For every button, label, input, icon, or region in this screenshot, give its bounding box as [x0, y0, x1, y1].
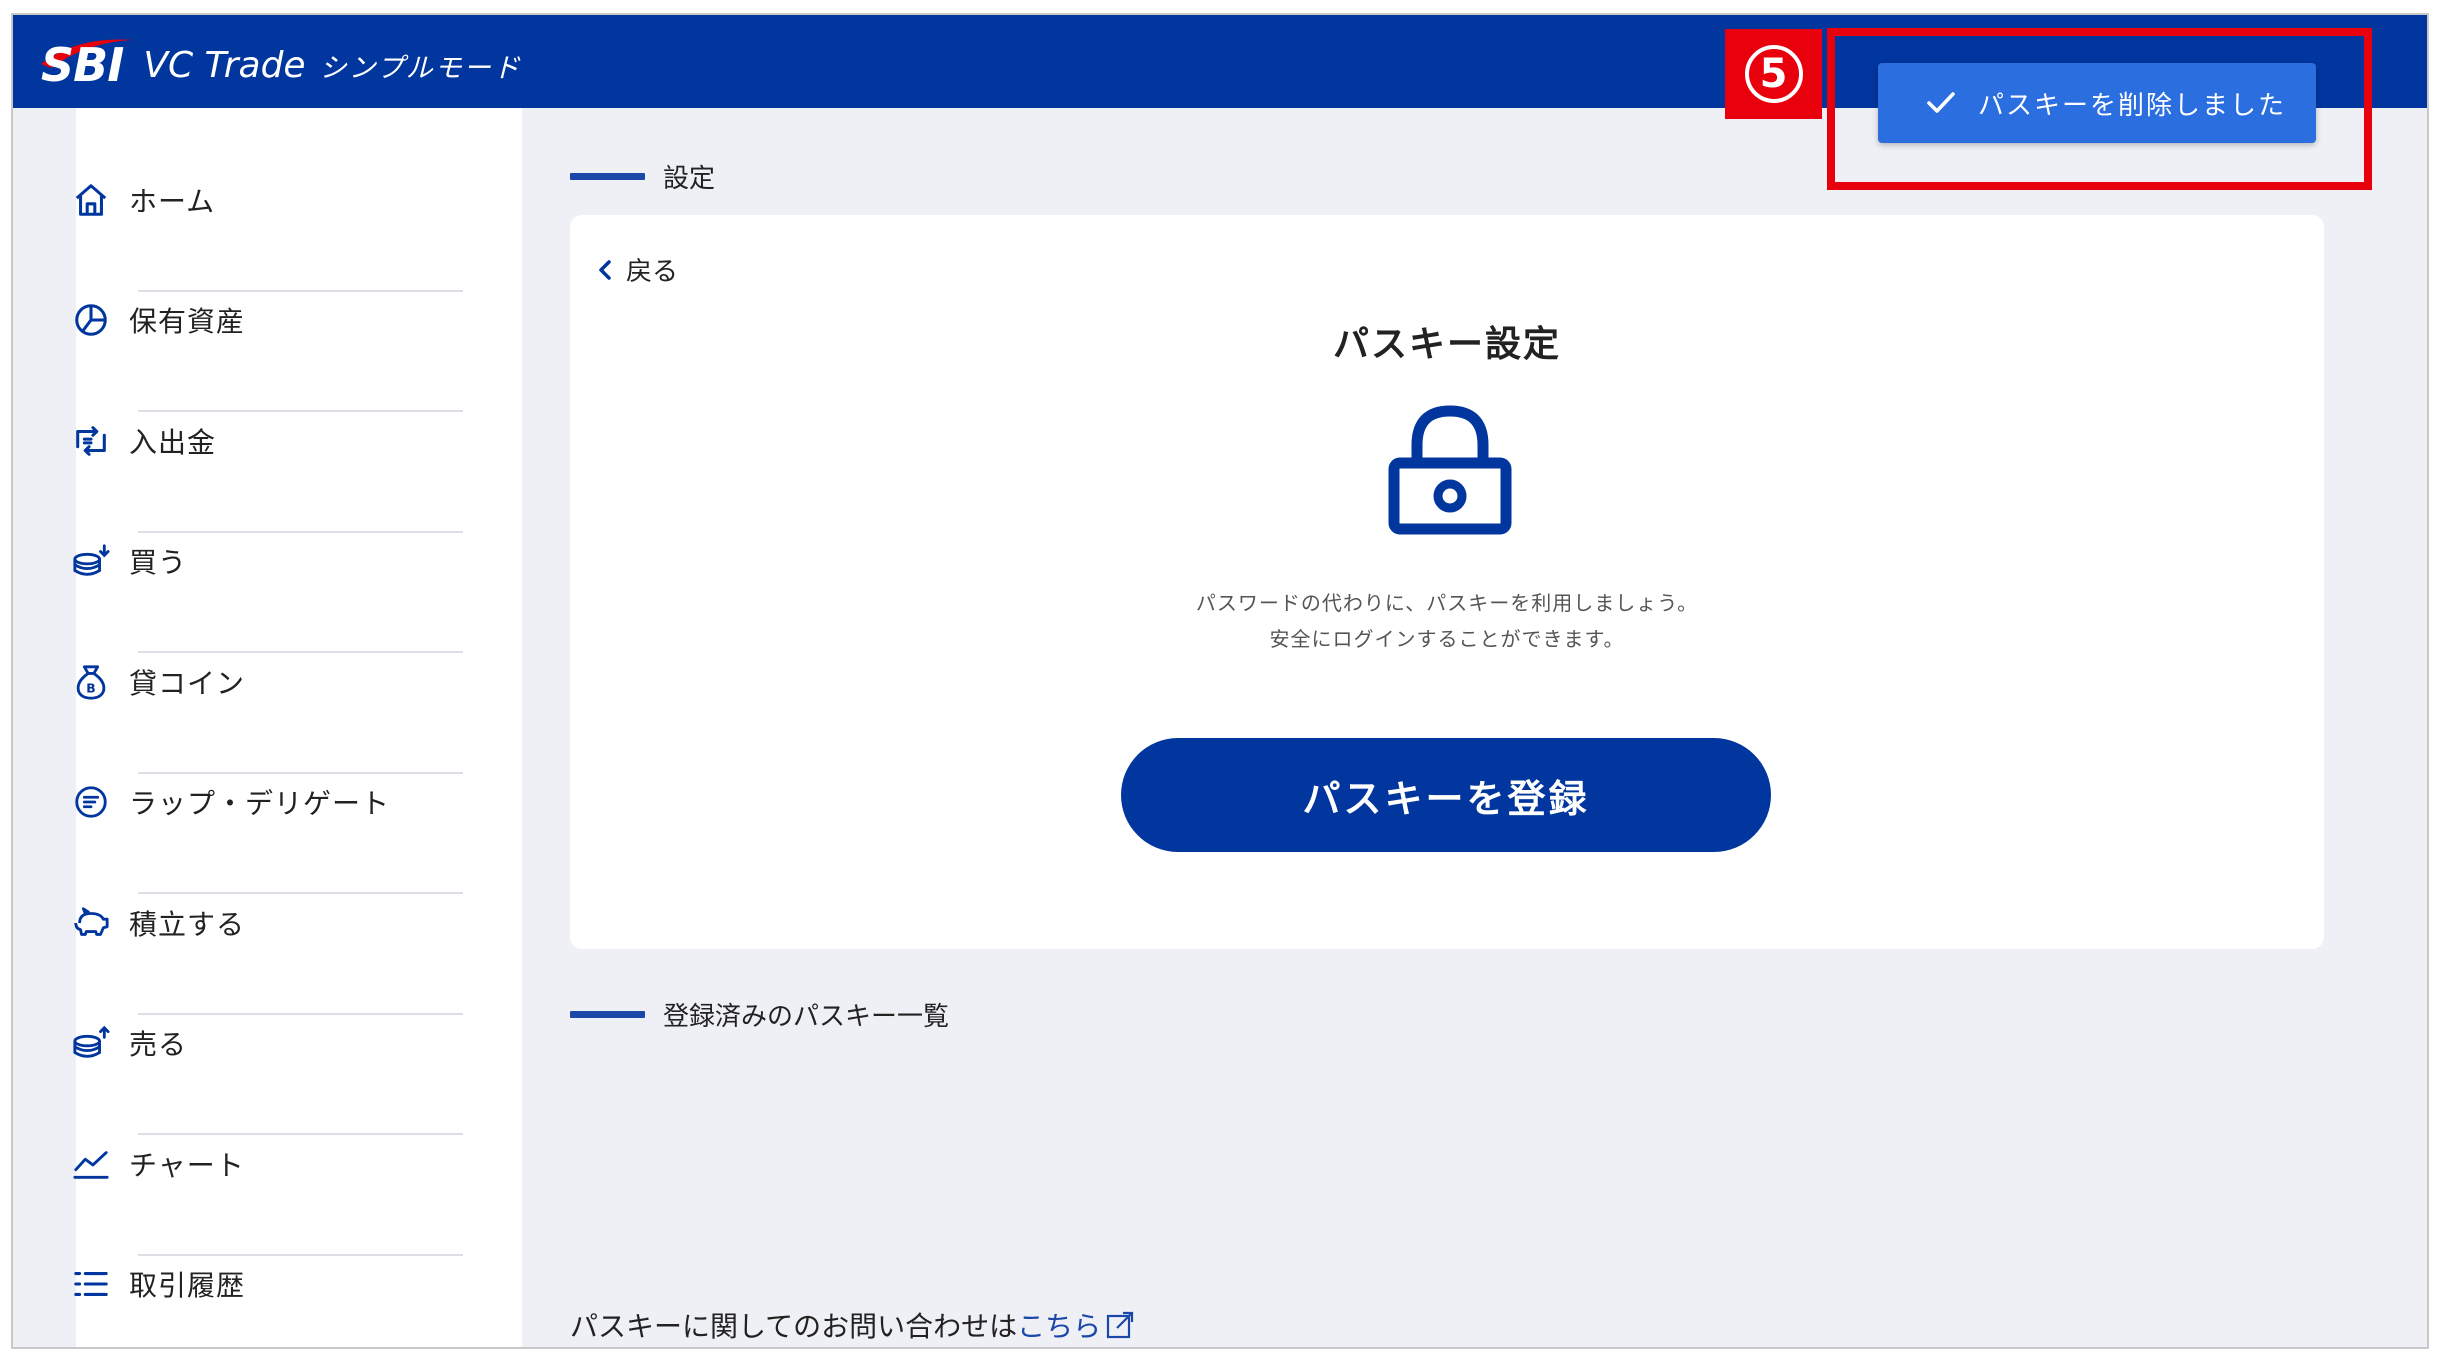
- coins-sell-icon: [71, 1023, 111, 1063]
- logo-mode-text: シンプルモード: [319, 52, 522, 84]
- sidebar-item-label: ラップ・デリゲート: [129, 787, 391, 820]
- sidebar-item-label: 積立する: [129, 908, 246, 941]
- external-link-icon[interactable]: [1105, 1310, 1135, 1340]
- section-heading-registered-passkeys: 登録済みのパスキー一覧: [570, 996, 949, 1033]
- coin-bag-icon: B: [71, 662, 111, 702]
- logo-sbi-text: SBI: [41, 38, 124, 92]
- section-heading-settings: 設定: [570, 158, 715, 195]
- sidebar-item-label: 保有資産: [129, 305, 246, 338]
- sidebar-item-label: 買う: [129, 546, 188, 579]
- contact-text: パスキーに関してのお問い合わせは: [570, 1310, 1018, 1343]
- section-title: 設定: [663, 164, 716, 194]
- logo-vc-text: VC Trade: [143, 44, 306, 86]
- heading-accent-bar: [570, 1011, 645, 1018]
- logo[interactable]: SBI VC Trade シンプルモード: [41, 25, 522, 105]
- home-icon: [71, 180, 111, 220]
- description-line: 安全にログインすることができます。: [1269, 627, 1625, 651]
- sidebar-item-label: チャート: [129, 1149, 245, 1182]
- lock-icon: [1388, 405, 1512, 535]
- wrap-delegate-icon: [71, 782, 111, 822]
- app-window: SBI VC Trade シンプルモード ホーム 保有資産 入出金 買う B 貸…: [11, 13, 2429, 1349]
- sidebar-item-buy[interactable]: 買う: [71, 501, 397, 621]
- heading-accent-bar: [570, 173, 645, 180]
- sidebar-item-home[interactable]: ホーム: [71, 140, 397, 260]
- pie-chart-icon: [71, 300, 111, 340]
- back-link[interactable]: 戻る: [596, 251, 678, 288]
- chevron-left-icon: [599, 259, 611, 280]
- sidebar-item-label: 入出金: [129, 426, 217, 459]
- passkey-settings-card: 戻る パスキー設定 パスワードの代わりに、パスキーを利用しましょう。 安全にログ…: [570, 215, 2324, 949]
- sidebar-item-history[interactable]: 取引履歴: [71, 1224, 397, 1344]
- page-title: パスキー設定: [1332, 324, 1561, 365]
- line-chart-icon: [71, 1144, 111, 1184]
- step-number-badge: 5: [1725, 29, 1822, 119]
- sidebar-item-assets[interactable]: 保有資産: [71, 260, 397, 380]
- sidebar-item-deposit-withdraw[interactable]: 入出金: [71, 381, 397, 501]
- highlight-annotation-box: [1827, 28, 2372, 190]
- coins-buy-icon: [71, 541, 111, 581]
- sidebar-item-wrap-delegate[interactable]: ラップ・デリゲート: [71, 742, 397, 862]
- back-label: 戻る: [626, 257, 679, 287]
- sbi-logo-mark: SBI: [41, 38, 133, 92]
- sidebar-item-chart[interactable]: チャート: [71, 1104, 397, 1224]
- sidebar-item-label: 売る: [129, 1028, 188, 1061]
- sidebar-item-sell[interactable]: 売る: [71, 983, 397, 1103]
- contact-link[interactable]: こちら: [1017, 1305, 1101, 1345]
- list-icon: [71, 1264, 111, 1304]
- section-title: 登録済みのパスキー一覧: [663, 1002, 950, 1032]
- sidebar-item-accumulate[interactable]: 積立する: [71, 863, 397, 983]
- sidebar-item-label: 取引履歴: [129, 1269, 246, 1302]
- step-number: 5: [1744, 45, 1803, 103]
- svg-text:B: B: [86, 681, 95, 695]
- register-passkey-button[interactable]: パスキーを登録: [1121, 738, 1771, 852]
- transfer-icon: [71, 421, 111, 461]
- contact-line: パスキーに関してのお問い合わせは こちら: [570, 1305, 1135, 1345]
- sidebar-item-label: 貸コイン: [129, 667, 246, 700]
- description-line: パスワードの代わりに、パスキーを利用しましょう。: [1195, 591, 1699, 615]
- sidebar-item-lending[interactable]: B 貸コイン: [71, 622, 397, 742]
- piggy-bank-icon: [71, 903, 111, 943]
- sidebar-item-label: ホーム: [129, 185, 216, 218]
